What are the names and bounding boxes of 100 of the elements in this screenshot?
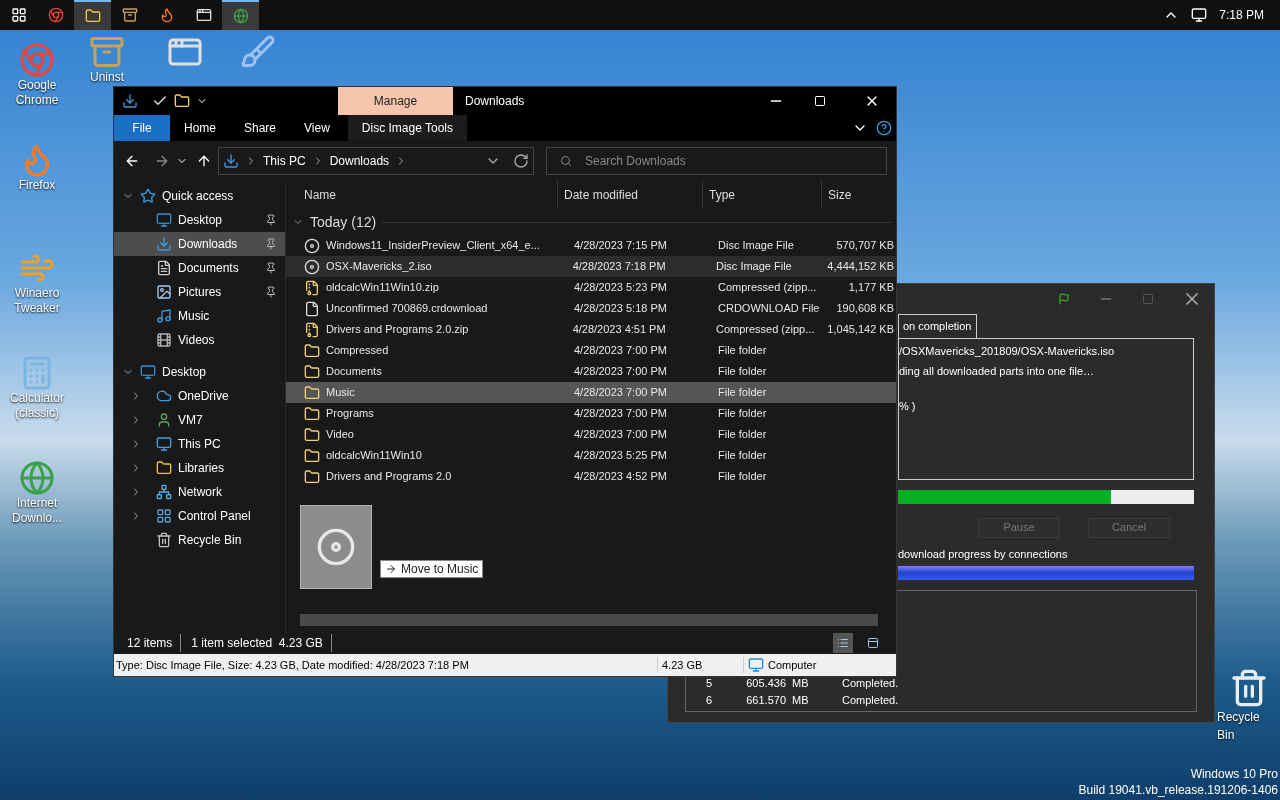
file-row[interactable]: OSX-Mavericks_2.iso 4/28/2023 7:18 PM Disc Image File 4,444,152 KB [286,256,896,277]
scrollbar-thumb[interactable] [300,614,878,626]
nav-item[interactable]: Quick access [114,184,285,208]
file-row[interactable]: oldcalcWin11Win10 4/28/2023 5:25 PM File folder [286,445,896,466]
file-type: Compressed (zipp... [715,323,815,336]
column-header[interactable]: Type [703,181,822,209]
breadcrumb[interactable]: Downloads [329,152,390,170]
nav-item[interactable]: Documents [114,256,285,280]
file-row[interactable]: Windows11_InsiderPreview_Client_x64_e... 4/28/2023 7:15 PM Disc Image File 570,707 KB [286,235,896,256]
nav-item[interactable]: Control Panel [114,504,285,528]
file-row[interactable]: Compressed 4/28/2023 7:00 PM File folder [286,340,896,361]
view-button[interactable] [833,633,853,653]
pin-icon[interactable] [265,262,277,274]
edition-text: Windows 10 Pro [1190,766,1278,782]
window-title: Downloads [465,93,525,110]
date-modified: 4/28/2023 4:52 PM [574,470,667,483]
file-row[interactable]: Video 4/28/2023 7:00 PM File folder [286,424,896,445]
computer-icon [748,657,764,673]
nav-item[interactable]: Recycle Bin [114,528,285,552]
file-row[interactable]: Documents 4/28/2023 7:00 PM File folder [286,361,896,382]
nav-item[interactable]: Videos [114,328,285,352]
taskbar-app[interactable] [74,0,111,30]
file-name: Drivers and Programs 2.0 [326,470,452,483]
column-header[interactable]: Name [286,181,558,209]
date-modified: 4/28/2023 7:15 PM [574,239,667,252]
document-icon [156,260,172,276]
nav-item[interactable]: Desktop [114,360,285,384]
clock[interactable]: 7:18 PM [1219,6,1264,24]
address-bar[interactable]: This PC Downloads [218,147,534,175]
folder-icon [304,405,320,422]
file-type: File folder [718,470,767,483]
dialog-tab[interactable]: on completion [898,314,977,338]
ribbon-tab[interactable]: Share [230,115,291,141]
nav-item[interactable]: Music [114,304,285,328]
desktop-icon [156,212,172,228]
nav-item[interactable]: Downloads [114,232,285,256]
desktop-icon [140,364,156,380]
file-row[interactable]: Programs 4/28/2023 7:00 PM File folder [286,403,896,424]
file-name: oldcalcWin11Win10 [326,449,422,462]
ribbon-tab[interactable]: View [290,115,344,141]
group-header[interactable]: Today (12) [310,211,377,233]
column-header[interactable]: Size [822,181,896,209]
nav-item[interactable]: Pictures [114,280,285,304]
desktop-icon-label[interactable]: Uninst [90,70,124,85]
picture-icon [156,284,172,300]
archive-file-icon [304,321,320,338]
file-row[interactable]: Drivers and Programs 2.0 4/28/2023 4:52 PM File folder [286,466,896,487]
folder-icon [304,447,320,464]
ribbon-tab[interactable]: Home [170,115,230,141]
column-header[interactable]: Date modified [558,181,703,209]
up-icon[interactable] [196,153,212,169]
refresh-icon[interactable] [513,153,529,169]
desktop-icon-label[interactable]: Recycle Bin [1217,708,1280,744]
file-row[interactable]: Unconfirmed 700869.crdownload 4/28/2023 5:18 PM CRDOWNLOAD File 190,608 KB [286,298,896,319]
desktop-icon-label[interactable]: Google Chrome [2,78,72,108]
trash-icon [156,532,172,548]
folder-icon [304,384,320,401]
nav-label: Recycle Bin [178,532,243,549]
arrow-icon [385,563,397,575]
nav-item[interactable]: Libraries [114,456,285,480]
file-row[interactable]: Drivers and Programs 2.0.zip 4/28/2023 4:51 PM Compressed (zipp... 1,045,142 KB [286,319,896,340]
list-icon [837,637,849,649]
file-type: File folder [718,386,767,399]
pin-icon[interactable] [265,214,277,226]
nav-label: VM7 [178,412,204,429]
nav-label: This PC [178,436,222,453]
file-type: File folder [718,428,767,441]
file-type: CRDOWNLOAD File [718,302,820,315]
ribbon-tab[interactable]: Disc Image Tools [347,115,467,141]
nav-item[interactable]: Desktop [114,208,285,232]
search-field[interactable]: Search Downloads [546,147,887,175]
file-icon [304,300,320,317]
file-row[interactable]: Music 4/28/2023 7:00 PM File folder [286,382,896,403]
help-icon[interactable] [876,120,892,136]
ribbon-tab[interactable]: File [114,115,170,141]
file-type: Disc Image File [715,260,792,273]
status-text: 1 item selected 4.23 GB [191,634,332,652]
nav-item[interactable]: OneDrive [114,384,285,408]
flag-icon [1058,293,1070,305]
breadcrumb[interactable]: This PC [263,152,306,170]
back-icon[interactable] [124,153,140,169]
nav-label: Desktop [162,364,208,381]
pin-icon[interactable] [265,286,277,298]
download-icon[interactable] [122,93,138,109]
nav-label: Pictures [178,284,223,301]
windows-icon [10,7,27,23]
nav-label: Control Panel [178,508,252,525]
forward-icon[interactable] [154,153,170,169]
folder-icon[interactable] [174,93,190,109]
nav-item[interactable]: Network [114,480,285,504]
file-type: File folder [718,407,767,420]
nav-item[interactable]: This PC [114,432,285,456]
app-icon [195,7,212,23]
nav-item[interactable]: VM7 [114,408,285,432]
pin-icon[interactable] [265,238,277,250]
archive-file-icon [304,279,320,296]
file-row[interactable]: oldcalcWin11Win10.zip 4/28/2023 5:23 PM Compressed (zipp... 1,177 KB [286,277,896,298]
context-tab[interactable]: Manage [338,87,453,115]
info-line: % ) [899,398,917,414]
chrome-icon [47,7,64,23]
